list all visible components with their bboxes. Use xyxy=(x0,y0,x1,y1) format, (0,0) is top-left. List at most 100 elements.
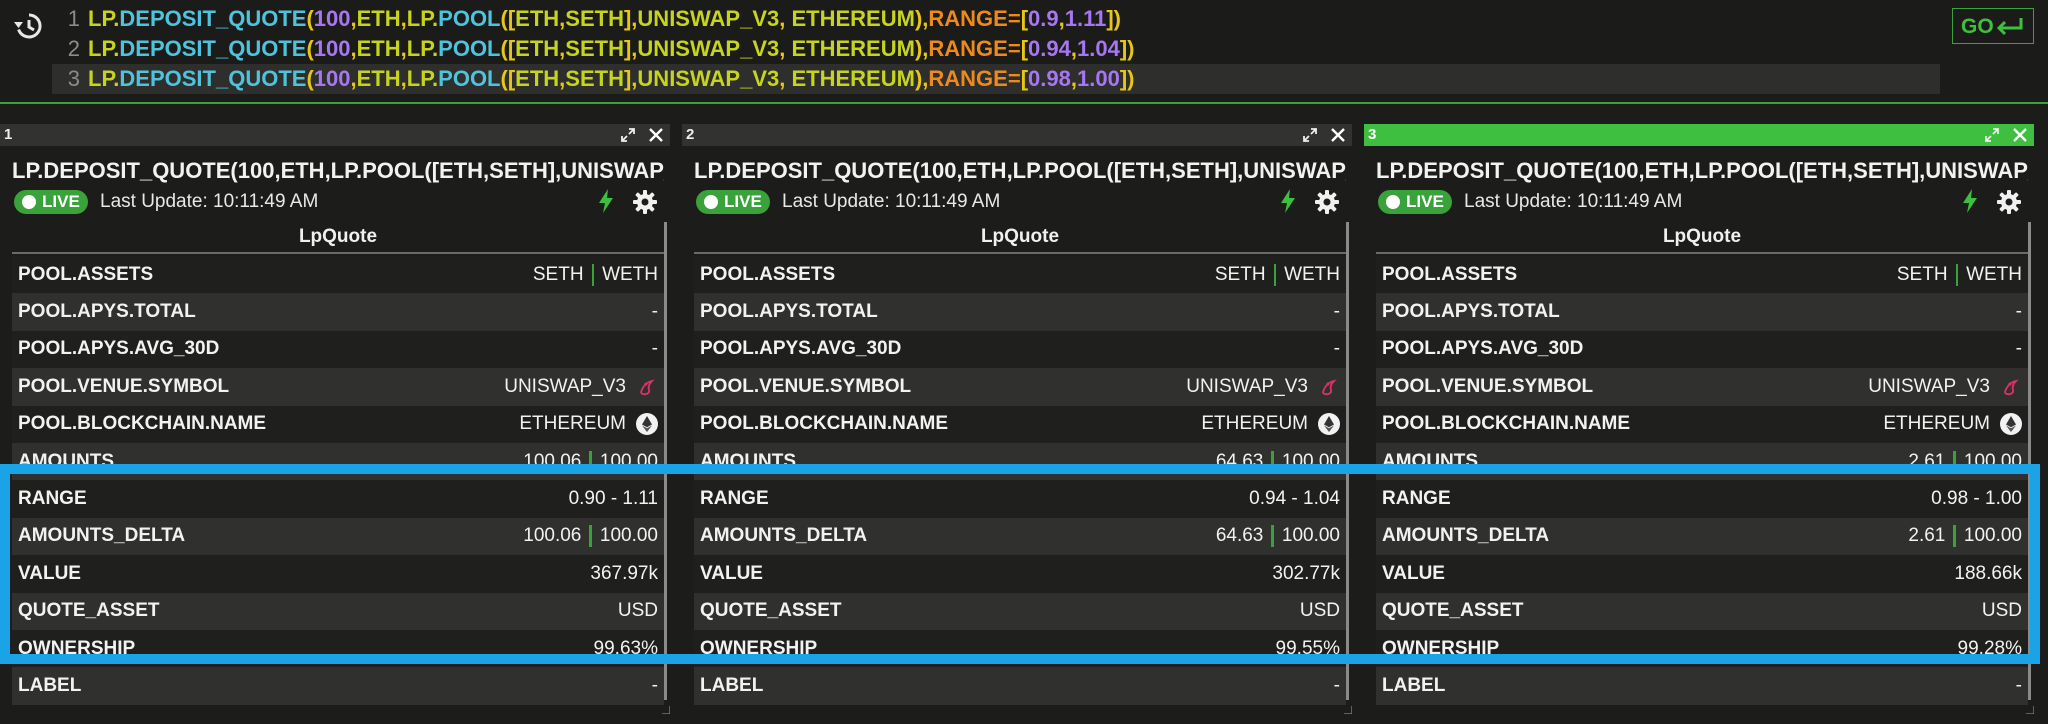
expand-icon[interactable] xyxy=(1984,127,2000,143)
table-row[interactable]: POOL.ASSETS SETH WETH xyxy=(694,256,1346,294)
value-text: USD xyxy=(1981,600,2022,622)
table-row[interactable]: AMOUNTS 64.63 100.00 xyxy=(694,442,1346,481)
code-line[interactable]: 3 LP.DEPOSIT_QUOTE(100,ETH,LP.POOL([ETH,S… xyxy=(52,64,1940,94)
row-key: POOL.APYS.TOTAL xyxy=(18,301,196,323)
table-row[interactable]: POOL.BLOCKCHAIN.NAME ETHEREUM xyxy=(1376,405,2028,443)
table-row[interactable]: POOL.ASSETS SETH WETH xyxy=(1376,256,2028,294)
close-icon[interactable] xyxy=(648,127,664,143)
table-row[interactable]: POOL.BLOCKCHAIN.NAME ETHEREUM xyxy=(694,405,1346,443)
code-token: [ xyxy=(1020,36,1029,61)
row-key: POOL.APYS.AVG_30D xyxy=(1382,338,1584,360)
table-row[interactable]: POOL.ASSETS SETH WETH xyxy=(12,256,664,294)
row-value: - xyxy=(2016,338,2022,360)
code-token: RANGE xyxy=(928,6,1008,31)
table-row[interactable]: QUOTE_ASSET USD xyxy=(694,592,1346,630)
resize-handle-icon[interactable] xyxy=(2026,706,2034,714)
table-row[interactable]: LABEL - xyxy=(694,667,1346,705)
lightning-icon[interactable] xyxy=(1960,188,1980,214)
quote-panel[interactable]: 3 LP.DEPOSIT_QUOTE(100,ETH,LP.POOL([ETH,S… xyxy=(1364,124,2034,714)
code-token: LP xyxy=(406,6,433,31)
table-row[interactable]: POOL.APYS.AVG_30D - xyxy=(694,330,1346,369)
value-text: 64.63 xyxy=(1215,450,1264,472)
table-row[interactable]: POOL.APYS.AVG_30D - xyxy=(12,330,664,369)
panel-header[interactable]: 1 xyxy=(0,124,670,146)
table-row[interactable]: OWNERSHIP 99.55% xyxy=(694,629,1346,668)
uniswap-icon xyxy=(1322,379,1337,395)
quote-panel[interactable]: 1 LP.DEPOSIT_QUOTE(100,ETH,LP.POOL([ETH,S… xyxy=(0,124,670,714)
table-row[interactable]: POOL.VENUE.SYMBOL UNISWAP_V3 xyxy=(694,368,1346,406)
close-icon[interactable] xyxy=(2012,127,2028,143)
table-row[interactable]: POOL.APYS.TOTAL - xyxy=(12,293,664,331)
gear-icon[interactable] xyxy=(1314,189,1340,215)
scrollbar[interactable] xyxy=(2028,222,2031,700)
code-token: 100 xyxy=(313,66,351,91)
lightning-icon[interactable] xyxy=(596,188,616,214)
close-icon[interactable] xyxy=(1330,127,1346,143)
scrollbar[interactable] xyxy=(664,222,667,700)
table-row[interactable]: AMOUNTS_DELTA 2.61 100.00 xyxy=(1376,517,2028,556)
row-key: LABEL xyxy=(1382,674,1446,696)
expand-icon[interactable] xyxy=(1302,127,1318,143)
table-row[interactable]: LABEL - xyxy=(1376,667,2028,705)
resize-handle-icon[interactable] xyxy=(662,706,670,714)
history-icon[interactable] xyxy=(12,10,44,42)
table-row[interactable]: POOL.VENUE.SYMBOL UNISWAP_V3 xyxy=(1376,368,2028,406)
go-button[interactable]: GO xyxy=(1952,8,2034,44)
gear-icon[interactable] xyxy=(1996,189,2022,215)
value-text: UNISWAP_V3 xyxy=(1186,375,1308,397)
quote-panel[interactable]: 2 LP.DEPOSIT_QUOTE(100,ETH,LP.POOL([ETH,S… xyxy=(682,124,1352,714)
code-token: ( xyxy=(306,36,314,61)
table-row[interactable]: QUOTE_ASSET USD xyxy=(12,592,664,630)
value-text: 188.66k xyxy=(1954,562,2022,584)
expand-icon[interactable] xyxy=(620,127,636,143)
table-row[interactable]: LABEL - xyxy=(12,667,664,705)
value-separator xyxy=(591,263,595,286)
table-row[interactable]: OWNERSHIP 99.28% xyxy=(1376,629,2028,668)
code-token: POOL xyxy=(438,36,501,61)
line-number: 3 xyxy=(67,66,80,91)
value-text: 99.28% xyxy=(1957,637,2022,659)
table-row[interactable]: RANGE 0.98 - 1.00 xyxy=(1376,480,2028,518)
lightning-icon[interactable] xyxy=(1278,188,1298,214)
value-text: 0.94 - 1.04 xyxy=(1249,488,1340,510)
row-key: OWNERSHIP xyxy=(18,637,136,659)
scrollbar[interactable] xyxy=(1346,222,1349,700)
table-row[interactable]: POOL.BLOCKCHAIN.NAME ETHEREUM xyxy=(12,405,664,443)
code-editor[interactable]: 1 LP.DEPOSIT_QUOTE(100,ETH,LP.POOL([ETH,S… xyxy=(0,0,2048,104)
panel-number: 2 xyxy=(686,126,695,143)
row-key: AMOUNTS_DELTA xyxy=(1382,525,1550,547)
table-row[interactable]: POOL.APYS.TOTAL - xyxy=(694,293,1346,331)
table-row[interactable]: POOL.APYS.TOTAL - xyxy=(1376,293,2028,331)
table-row[interactable]: VALUE 188.66k xyxy=(1376,555,2028,593)
table-row[interactable]: RANGE 0.94 - 1.04 xyxy=(694,480,1346,518)
table-row[interactable]: AMOUNTS_DELTA 100.06 100.00 xyxy=(12,517,664,556)
table-row[interactable]: POOL.VENUE.SYMBOL UNISWAP_V3 xyxy=(12,368,664,406)
value-text: 0.90 - 1.11 xyxy=(568,488,658,510)
row-value: 99.55% xyxy=(1276,638,1340,660)
value-text: - xyxy=(651,674,658,696)
table-row[interactable]: VALUE 302.77k xyxy=(694,555,1346,593)
table-row[interactable]: AMOUNTS 100.06 100.00 xyxy=(12,442,664,481)
code-token: ]) xyxy=(1106,6,1122,31)
table-row[interactable]: VALUE 367.97k xyxy=(12,555,664,593)
table-row[interactable]: RANGE 0.90 - 1.11 xyxy=(12,480,664,518)
resize-handle-icon[interactable] xyxy=(1344,706,1352,714)
value-text: UNISWAP_V3 xyxy=(504,375,626,397)
panel-header[interactable]: 2 xyxy=(682,124,1352,146)
table-row[interactable]: QUOTE_ASSET USD xyxy=(1376,592,2028,630)
code-line[interactable]: 2 LP.DEPOSIT_QUOTE(100,ETH,LP.POOL([ETH,S… xyxy=(52,34,1135,64)
table-row[interactable]: AMOUNTS_DELTA 64.63 100.00 xyxy=(694,517,1346,556)
row-key: QUOTE_ASSET xyxy=(1382,600,1524,622)
table-row[interactable]: AMOUNTS 2.61 100.00 xyxy=(1376,442,2028,481)
value-separator xyxy=(589,450,592,473)
code-token: 0.98 xyxy=(1028,66,1071,91)
table-row[interactable]: POOL.APYS.AVG_30D - xyxy=(1376,330,2028,369)
code-token: 1.00 xyxy=(1076,66,1120,91)
gear-icon[interactable] xyxy=(632,189,658,215)
code-line[interactable]: 1 LP.DEPOSIT_QUOTE(100,ETH,LP.POOL([ETH,S… xyxy=(52,4,1121,34)
value-text: ETHEREUM xyxy=(1883,413,1990,435)
table-row[interactable]: OWNERSHIP 99.63% xyxy=(12,629,664,668)
value-text: - xyxy=(1333,301,1340,323)
code-token: ETH xyxy=(515,6,560,31)
panel-header[interactable]: 3 xyxy=(1364,124,2034,146)
